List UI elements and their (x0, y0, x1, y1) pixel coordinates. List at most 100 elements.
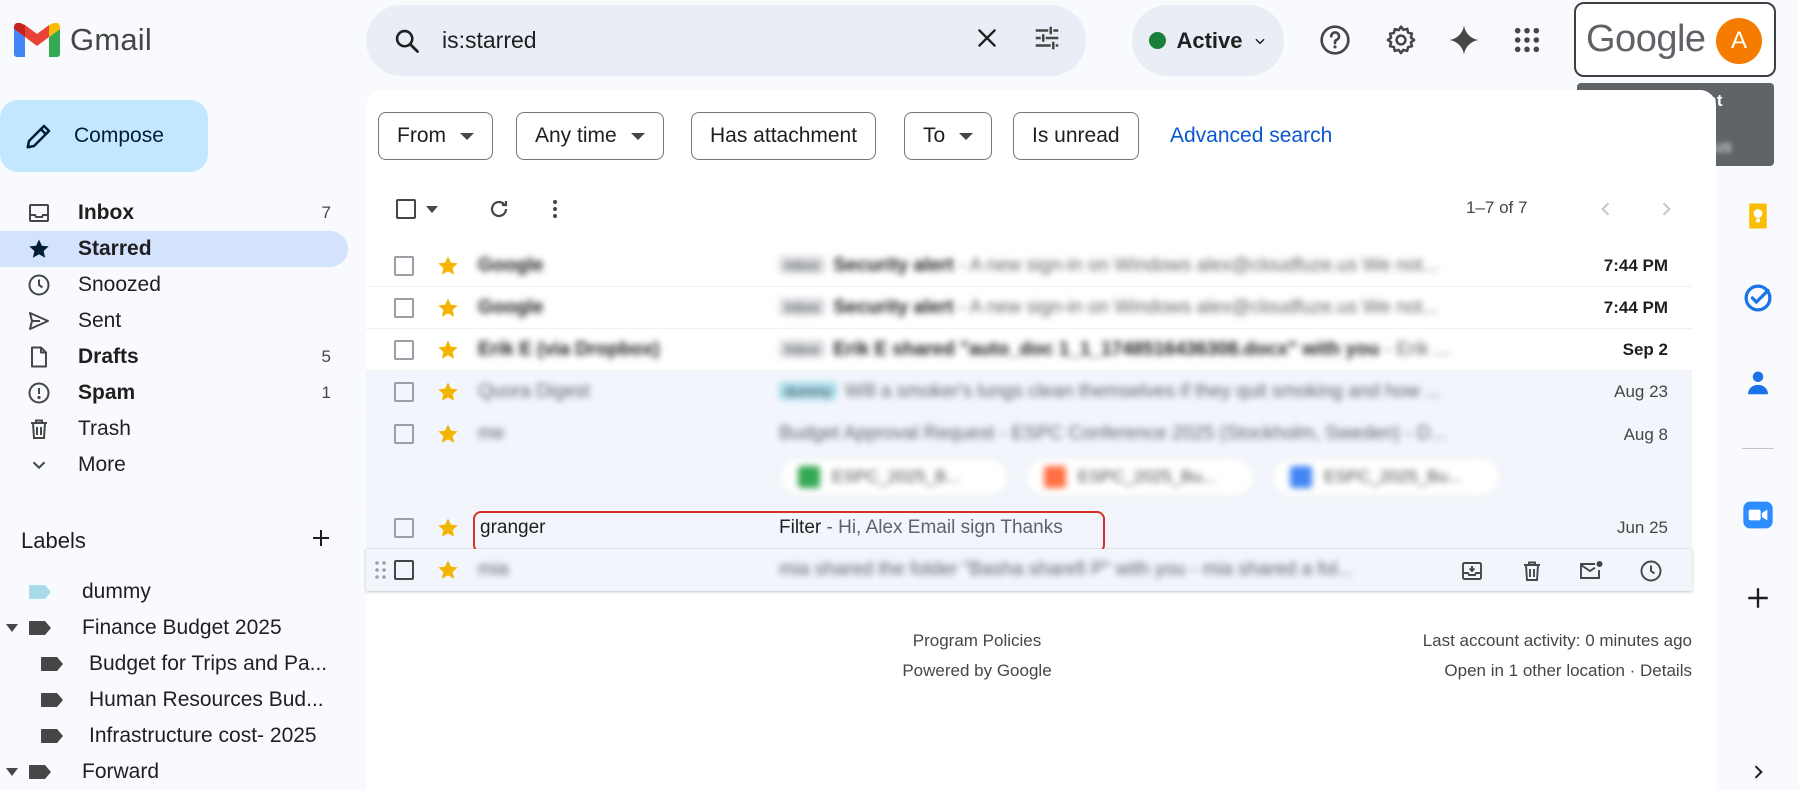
filter-is-unread-chip[interactable]: Is unread (1013, 112, 1139, 160)
star-icon[interactable] (436, 422, 460, 446)
search-icon[interactable] (390, 24, 424, 58)
chip-label: Is unread (1032, 124, 1120, 147)
settings-gear-icon[interactable] (1381, 20, 1421, 60)
select-all-checkbox[interactable] (392, 194, 442, 224)
email-sender: Quora Digest (478, 380, 590, 402)
table-row[interactable]: Erik E (via Dropbox) Inbox Erik E shared … (366, 329, 1692, 371)
filter-has-attachment-chip[interactable]: Has attachment (691, 112, 877, 160)
row-checkbox[interactable] (394, 256, 414, 276)
table-row[interactable]: granger Filter - Hi, Alex Email sign Tha… (366, 507, 1692, 553)
search-options-icon[interactable] (1032, 23, 1062, 58)
mark-unread-icon[interactable] (1577, 557, 1605, 585)
email-date: Aug 23 (1614, 381, 1668, 401)
label-name: dummy (82, 580, 151, 603)
last-activity-text: Last account activity: 0 minutes ago (1422, 631, 1692, 650)
star-icon[interactable] (436, 558, 460, 582)
star-icon[interactable] (436, 338, 460, 362)
email-date: 7:44 PM (1603, 297, 1668, 317)
help-icon[interactable] (1315, 20, 1355, 60)
delete-icon[interactable] (1518, 557, 1546, 585)
email-snippet: - D... (1400, 423, 1447, 444)
keep-icon[interactable] (1740, 198, 1776, 234)
row-checkbox[interactable] (394, 298, 414, 318)
label-dummy[interactable]: dummy (28, 577, 151, 607)
star-icon[interactable] (436, 516, 460, 540)
star-icon (26, 236, 52, 262)
status-selector[interactable]: Active (1132, 5, 1284, 76)
drag-handle-icon[interactable] (374, 560, 388, 580)
expand-caret-icon[interactable] (6, 768, 18, 776)
search-input[interactable]: is:starred (442, 27, 956, 54)
table-row[interactable]: me Budget Approval Request - ESPC Confer… (366, 413, 1692, 507)
add-app-icon[interactable] (1740, 580, 1776, 616)
sidebar-item-starred[interactable]: Starred (0, 231, 348, 267)
star-icon[interactable] (436, 254, 460, 278)
label-name: Forward (82, 760, 160, 783)
sidebar-item-drafts[interactable]: Drafts 5 (0, 339, 348, 375)
advanced-search-link[interactable]: Advanced search (1170, 124, 1332, 148)
sidebar-item-inbox[interactable]: Inbox 7 (0, 195, 348, 231)
table-row[interactable]: Quora Digest dummy Will a smoker's lungs … (366, 371, 1692, 413)
sidebar-item-spam[interactable]: Spam 1 (0, 375, 348, 411)
sidebar-item-label: Snoozed (78, 273, 161, 296)
dropdown-caret-icon (959, 132, 974, 140)
attachment-chip[interactable]: ESPC_2025_B... (779, 457, 1009, 497)
clear-search-icon[interactable] (974, 25, 1000, 56)
search-bar[interactable]: is:starred (366, 5, 1086, 76)
label-budget-for-trips[interactable]: Budget for Trips and Pa... (40, 649, 327, 679)
label-forward[interactable]: Forward (6, 757, 160, 787)
expand-caret-icon[interactable] (6, 624, 18, 632)
zoom-icon[interactable] (1740, 497, 1776, 533)
table-row[interactable]: Google Inbox Security alert - A new sign-… (366, 287, 1692, 329)
prev-page-icon[interactable] (1591, 194, 1621, 224)
label-infrastructure-cost[interactable]: Infrastructure cost- 2025 (40, 721, 317, 751)
tasks-icon[interactable] (1740, 280, 1776, 316)
email-snippet: - A new sign-in on Windows alex@cloudfuz… (953, 254, 1439, 276)
email-subject: Erik E shared "auto_doc 1_1_174851643630… (833, 338, 1380, 360)
star-icon[interactable] (436, 380, 460, 404)
sidebar-item-more[interactable]: More (0, 447, 348, 483)
row-checkbox[interactable] (394, 424, 414, 444)
attachment-name: ESPC_2025_Bu... (1324, 467, 1462, 486)
email-subject: mia shared the folder "Basha sharefi P" … (779, 558, 1186, 580)
row-checkbox[interactable] (394, 340, 414, 360)
snooze-clock-icon[interactable] (1637, 557, 1665, 585)
table-row[interactable]: Google Inbox Security alert - A new sign-… (366, 245, 1692, 287)
filter-from-chip[interactable]: From (378, 112, 493, 160)
status-dot (1149, 32, 1167, 49)
table-row[interactable]: mia mia shared the folder "Basha sharefi… (366, 549, 1692, 591)
checkbox-icon (396, 199, 416, 219)
archive-icon[interactable] (1458, 557, 1486, 585)
apps-grid-icon[interactable] (1507, 20, 1547, 60)
attachment-chip[interactable]: ESPC_2025_Bu... (1025, 457, 1255, 497)
sidebar-item-sent[interactable]: Sent (0, 303, 348, 339)
filter-any-time-chip[interactable]: Any time (516, 112, 664, 160)
row-checkbox[interactable] (394, 560, 414, 580)
more-options-icon[interactable] (540, 194, 570, 224)
dropdown-caret-icon (426, 205, 438, 213)
program-policies-link[interactable]: Program Policies (857, 626, 1097, 656)
alert-icon (26, 380, 52, 406)
label-finance-budget-2025[interactable]: Finance Budget 2025 (6, 613, 282, 643)
sidebar-item-trash[interactable]: Trash (0, 411, 348, 447)
google-account-button[interactable]: Google A (1574, 2, 1776, 77)
contacts-icon[interactable] (1740, 365, 1776, 401)
compose-button[interactable]: Compose (0, 100, 208, 172)
row-checkbox[interactable] (394, 382, 414, 402)
refresh-icon[interactable] (484, 194, 514, 224)
label-human-resources[interactable]: Human Resources Bud... (40, 685, 324, 715)
row-checkbox[interactable] (394, 518, 414, 538)
details-link[interactable]: Open in 1 other location · Details (1423, 656, 1692, 686)
gmail-logo[interactable]: Gmail (14, 20, 152, 60)
attachment-chip[interactable]: ESPC_2025_Bu... (1271, 457, 1501, 497)
next-page-icon[interactable] (1651, 194, 1681, 224)
expand-side-panel-icon[interactable] (1740, 760, 1776, 784)
sidebar-item-snoozed[interactable]: Snoozed (0, 267, 348, 303)
star-icon[interactable] (436, 296, 460, 320)
add-label-icon[interactable] (309, 526, 333, 556)
sheet-file-icon (798, 466, 820, 488)
chip-label: From (397, 124, 446, 147)
avatar[interactable]: A (1716, 18, 1762, 64)
gemini-sparkle-icon[interactable] (1444, 20, 1484, 60)
filter-to-chip[interactable]: To (904, 112, 993, 160)
